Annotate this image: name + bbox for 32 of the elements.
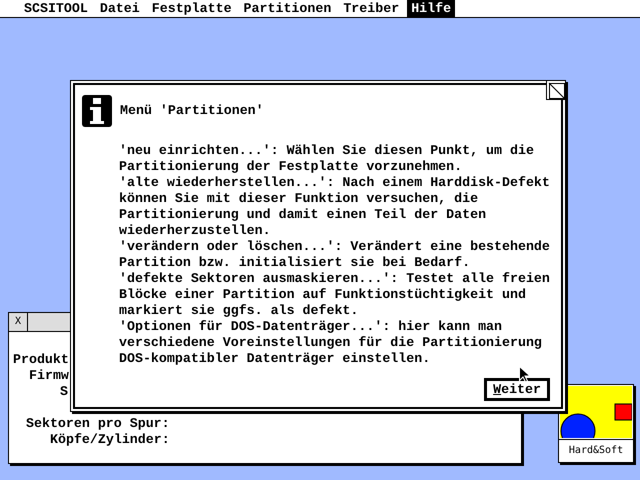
help-text-line: 'alte wiederherstellen...': Nach einem Harddisk-Defekt: [119, 175, 550, 191]
desktop-icon[interactable]: Hard&Soft: [558, 384, 634, 463]
field-label: Produkt: [13, 352, 69, 368]
field-label: Köpfe/Zylinder:: [50, 432, 170, 448]
menu-item[interactable]: Treiber: [339, 0, 404, 17]
resize-icon[interactable]: [546, 80, 566, 100]
help-text-line: Partitionierung und damit einen Teil der Daten: [119, 207, 486, 223]
help-text-line: 'defekte Sektoren ausmaskieren...': Testet alle freien: [119, 271, 550, 287]
field-label: S: [60, 384, 68, 400]
help-text-line: Blöcke einer Partition auf Funktionstüchtigkeit und: [119, 287, 526, 303]
field-label: Sektoren pro Spur:: [26, 416, 170, 432]
help-text-line: Partitionierung der Festplatte vorzunehmen.: [119, 159, 462, 175]
help-text-line: 'neu einrichten...': Wählen Sie diesen Punkt, um die: [119, 143, 534, 159]
menu-item[interactable]: Hilfe: [407, 0, 456, 17]
help-text-line: können Sie mit dieser Funktion versuchen, die: [119, 191, 478, 207]
dialog-title: Menü 'Partitionen': [120, 103, 264, 119]
menu-item[interactable]: SCSITOOL: [20, 0, 92, 17]
help-text-line: Partition bzw. initialisiert sie bei Bedarf.: [119, 255, 470, 271]
help-text-line: DOS-kompatibler Datenträger einstellen.: [119, 351, 430, 367]
help-text-line: markiert sie ggfs. als defekt.: [119, 303, 358, 319]
help-text-line: wiederherzustellen.: [119, 223, 271, 239]
help-text-line: 'verändern oder löschen...': Verändert eine bestehende: [119, 239, 550, 255]
field-label: Firmw: [29, 368, 69, 384]
help-text-line: 'Optionen für DOS-Datenträger...': hier kann man: [119, 319, 502, 335]
help-text-line: verschiedene Voreinstellungen für die Partitionierung: [119, 335, 542, 351]
continue-button[interactable]: Weiter: [484, 378, 550, 401]
icon-label: Hard&Soft: [559, 439, 633, 462]
info-icon: [82, 95, 112, 127]
menu-item[interactable]: Datei: [96, 0, 144, 17]
mouse-pointer-icon: [519, 366, 530, 382]
menu-item[interactable]: Partitionen: [240, 0, 336, 17]
menu-item[interactable]: Festplatte: [148, 0, 236, 17]
